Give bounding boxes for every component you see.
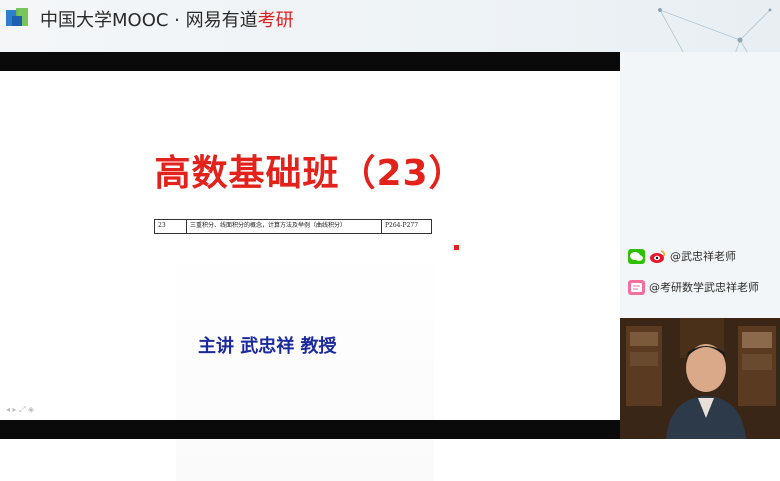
course-table-row: 23 三重积分、线面积分的概念，计算方法及举例（曲线积分） P264-P277 [154, 219, 432, 234]
brand-title: 中国大学MOOC · 网易有道考研 [40, 6, 294, 32]
brand-mooc: 中国大学MOOC [40, 10, 169, 31]
wechat-icon [628, 248, 645, 264]
mooc-logo-icon [6, 8, 28, 26]
table-cell-no: 23 [155, 220, 187, 233]
laser-pointer-dot [454, 245, 459, 250]
weibo-handle: @武忠祥老师 [670, 250, 736, 263]
lecturer-label: 主讲 武忠祥 教授 [198, 336, 337, 357]
brand-partner: 网易有道 [185, 10, 258, 31]
app-handle: @考研数学武忠祥老师 [649, 281, 759, 294]
player-controls[interactable]: ◂ ▸ ⤢ ◈ [6, 405, 34, 415]
slide-shadow [176, 241, 434, 481]
letterbox-top [0, 52, 620, 71]
slide-area: 高数基础班（23） 23 三重积分、线面积分的概念，计算方法及举例（曲线积分） … [0, 71, 620, 481]
social-row-app: @考研数学武忠祥老师 [628, 279, 759, 295]
slide-title: 高数基础班（23） [154, 153, 466, 194]
weibo-icon [649, 249, 666, 264]
social-row-wechat-weibo: @武忠祥老师 [628, 248, 736, 264]
brand-partner-red: 考研 [257, 10, 294, 31]
app-icon [628, 279, 645, 295]
letterbox-bottom [0, 420, 620, 439]
table-cell-topic: 三重积分、线面积分的概念，计算方法及举例（曲线积分） [187, 220, 382, 233]
table-cell-pages: P264-P277 [385, 222, 419, 229]
lecturer-avatar-icon [620, 318, 780, 439]
brand-separator: · [174, 10, 180, 31]
lecturer-video [620, 318, 780, 439]
